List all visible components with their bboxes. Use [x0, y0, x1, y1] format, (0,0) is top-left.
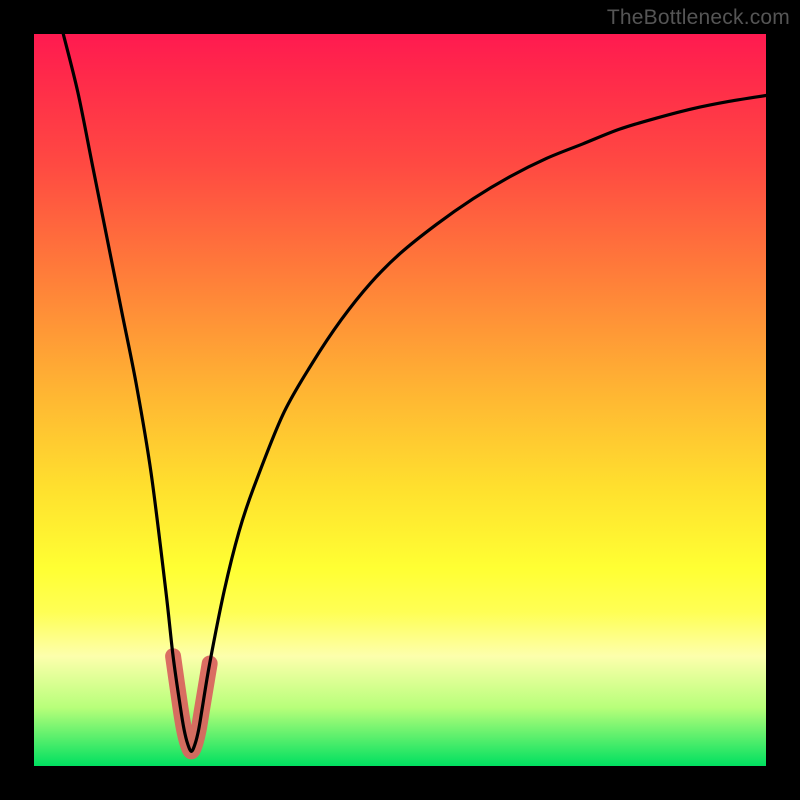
chart-frame: TheBottleneck.com — [0, 0, 800, 800]
curve-svg — [34, 34, 766, 766]
watermark-text: TheBottleneck.com — [607, 6, 790, 30]
bottleneck-curve — [63, 34, 766, 751]
plot-area — [34, 34, 766, 766]
